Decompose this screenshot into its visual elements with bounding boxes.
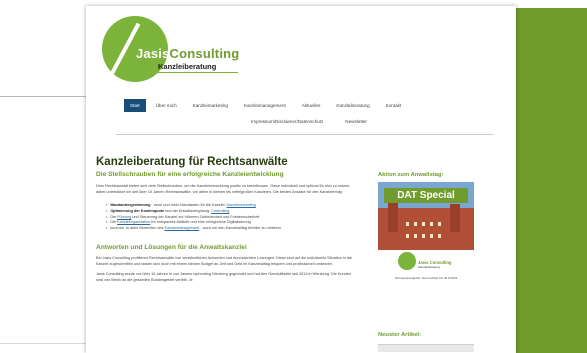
- banner-window: [422, 222, 425, 226]
- bullet-plain: und der Anwaltsvergütung:: [164, 209, 212, 214]
- page-title: Kanzleiberatung für Rechtsanwälte: [96, 156, 288, 168]
- banner-window: [430, 222, 433, 226]
- section-paragraph: Bei Jasis Consulting profitieren Rechtsa…: [96, 255, 353, 266]
- news-heading: Neuster Artikel:: [378, 332, 421, 338]
- nav-item-aktuelles[interactable]: Aktuelles: [296, 99, 327, 112]
- website-page: JasisConsulting Kanzleiberatung Start Übe…: [86, 6, 516, 353]
- page-background-top: [516, 0, 587, 8]
- nav-item-impressum-disclaimer-datenschutz[interactable]: Impressum/Disclaimer/Datenschutz: [245, 115, 329, 128]
- logo-rule: [158, 72, 238, 73]
- banner-tower: [388, 202, 398, 232]
- main-content: Kanzleiberatung für Rechtsanwälte Die St…: [96, 156, 366, 284]
- page-subtitle: Die Stellschrauben für eine erfolgreiche…: [96, 171, 284, 178]
- bullet-plain: - neue und mehr Mandanten für die Kanzle…: [150, 203, 227, 208]
- banner-window: [422, 234, 425, 238]
- promo-heading: Aktion zum Anwaltstag:: [378, 172, 444, 178]
- section-title: Antworten und Lösungen für die Anwaltska…: [96, 243, 247, 251]
- banner-window: [414, 234, 417, 238]
- page-background-green: [516, 0, 587, 353]
- bullet-list: • Mandantengewinnung - neue und mehr Mand…: [96, 203, 366, 231]
- banner-window: [406, 234, 409, 238]
- banner-brand-sub: Kanzleiberatung: [418, 265, 440, 269]
- banner-window: [438, 222, 441, 226]
- bullet-link[interactable]: Führung: [117, 215, 131, 219]
- banner-window: [438, 234, 441, 238]
- nav-item-kanzleimarketing[interactable]: Kanzleimarketing: [187, 99, 234, 112]
- bullet-link[interactable]: Kanzleiorganisation: [117, 220, 150, 224]
- bullet-bold: Mandantengewinnung: [110, 203, 151, 208]
- nav-item-über-mich[interactable]: Über mich: [150, 99, 183, 112]
- banner-title: DAT Special: [384, 188, 468, 203]
- divider-line: [0, 96, 86, 97]
- nav-item-kanzleimanagement[interactable]: Kanzleimanagement: [238, 99, 292, 112]
- bullet-link[interactable]: Kanzleimarketing: [227, 203, 256, 207]
- bullet-tail: und Steuerung der Kanzlei zur höheren Zu…: [131, 214, 260, 219]
- promo-banner[interactable]: DAT Special Jasis Consulting Kanzleibera…: [378, 182, 474, 286]
- bullet-tail: für entspannte Abläufe und eine erfolgre…: [150, 220, 251, 225]
- banner-logo-icon: [398, 252, 416, 270]
- logo-name: JasisConsulting: [136, 46, 240, 61]
- nav-item-kanzleiberatung[interactable]: Kanzleiberatung: [330, 99, 375, 112]
- banner-tower: [450, 204, 460, 232]
- banner-window: [430, 234, 433, 238]
- bullet-item: • kurz/um: In allen Bereichen des Kanzlei…: [106, 226, 366, 232]
- banner-footer-text: Schnupperangebot: Nur buchbar bis 30.6.2…: [394, 276, 458, 280]
- bullet-plain: kurz/um: In allen Bereichen des: [110, 226, 165, 231]
- logo-subtitle: Kanzleiberatung: [158, 62, 217, 71]
- main-nav: Start Über mich Kanzleimarketing Kanzleiman…: [124, 99, 494, 128]
- bullet-dot: •: [106, 226, 108, 231]
- nav-item-newsletter[interactable]: Newsletter: [339, 115, 373, 128]
- nav-item-start[interactable]: Start: [124, 99, 146, 112]
- banner-window: [414, 222, 417, 226]
- site-logo[interactable]: JasisConsulting Kanzleiberatung: [102, 16, 252, 84]
- nav-item-kontakt[interactable]: Kontakt: [380, 99, 408, 112]
- intro-paragraph: Dem Rechtsanwalt bieten sich viele Stell…: [96, 184, 351, 194]
- bullet-bold: Optimierung der Kostenquote: [110, 209, 165, 214]
- nav-divider: [116, 134, 494, 135]
- bullet-link[interactable]: Controlling: [211, 209, 229, 213]
- bullet-tail: - auch um den Kanzleialltag leichter zu …: [199, 226, 282, 231]
- banner-window: [406, 222, 409, 226]
- bullet-text: kurz/um: In allen Bereichen des Kanzleim…: [110, 226, 281, 232]
- news-preview[interactable]: [378, 344, 474, 352]
- sidebar: Aktion zum Anwaltstag: DAT Special Jasis…: [378, 172, 474, 352]
- bullet-link[interactable]: Kanzleimanagement: [165, 226, 200, 230]
- section-paragraph-2: Jasis Consulting wurde vor über 15 Jahre…: [96, 272, 351, 282]
